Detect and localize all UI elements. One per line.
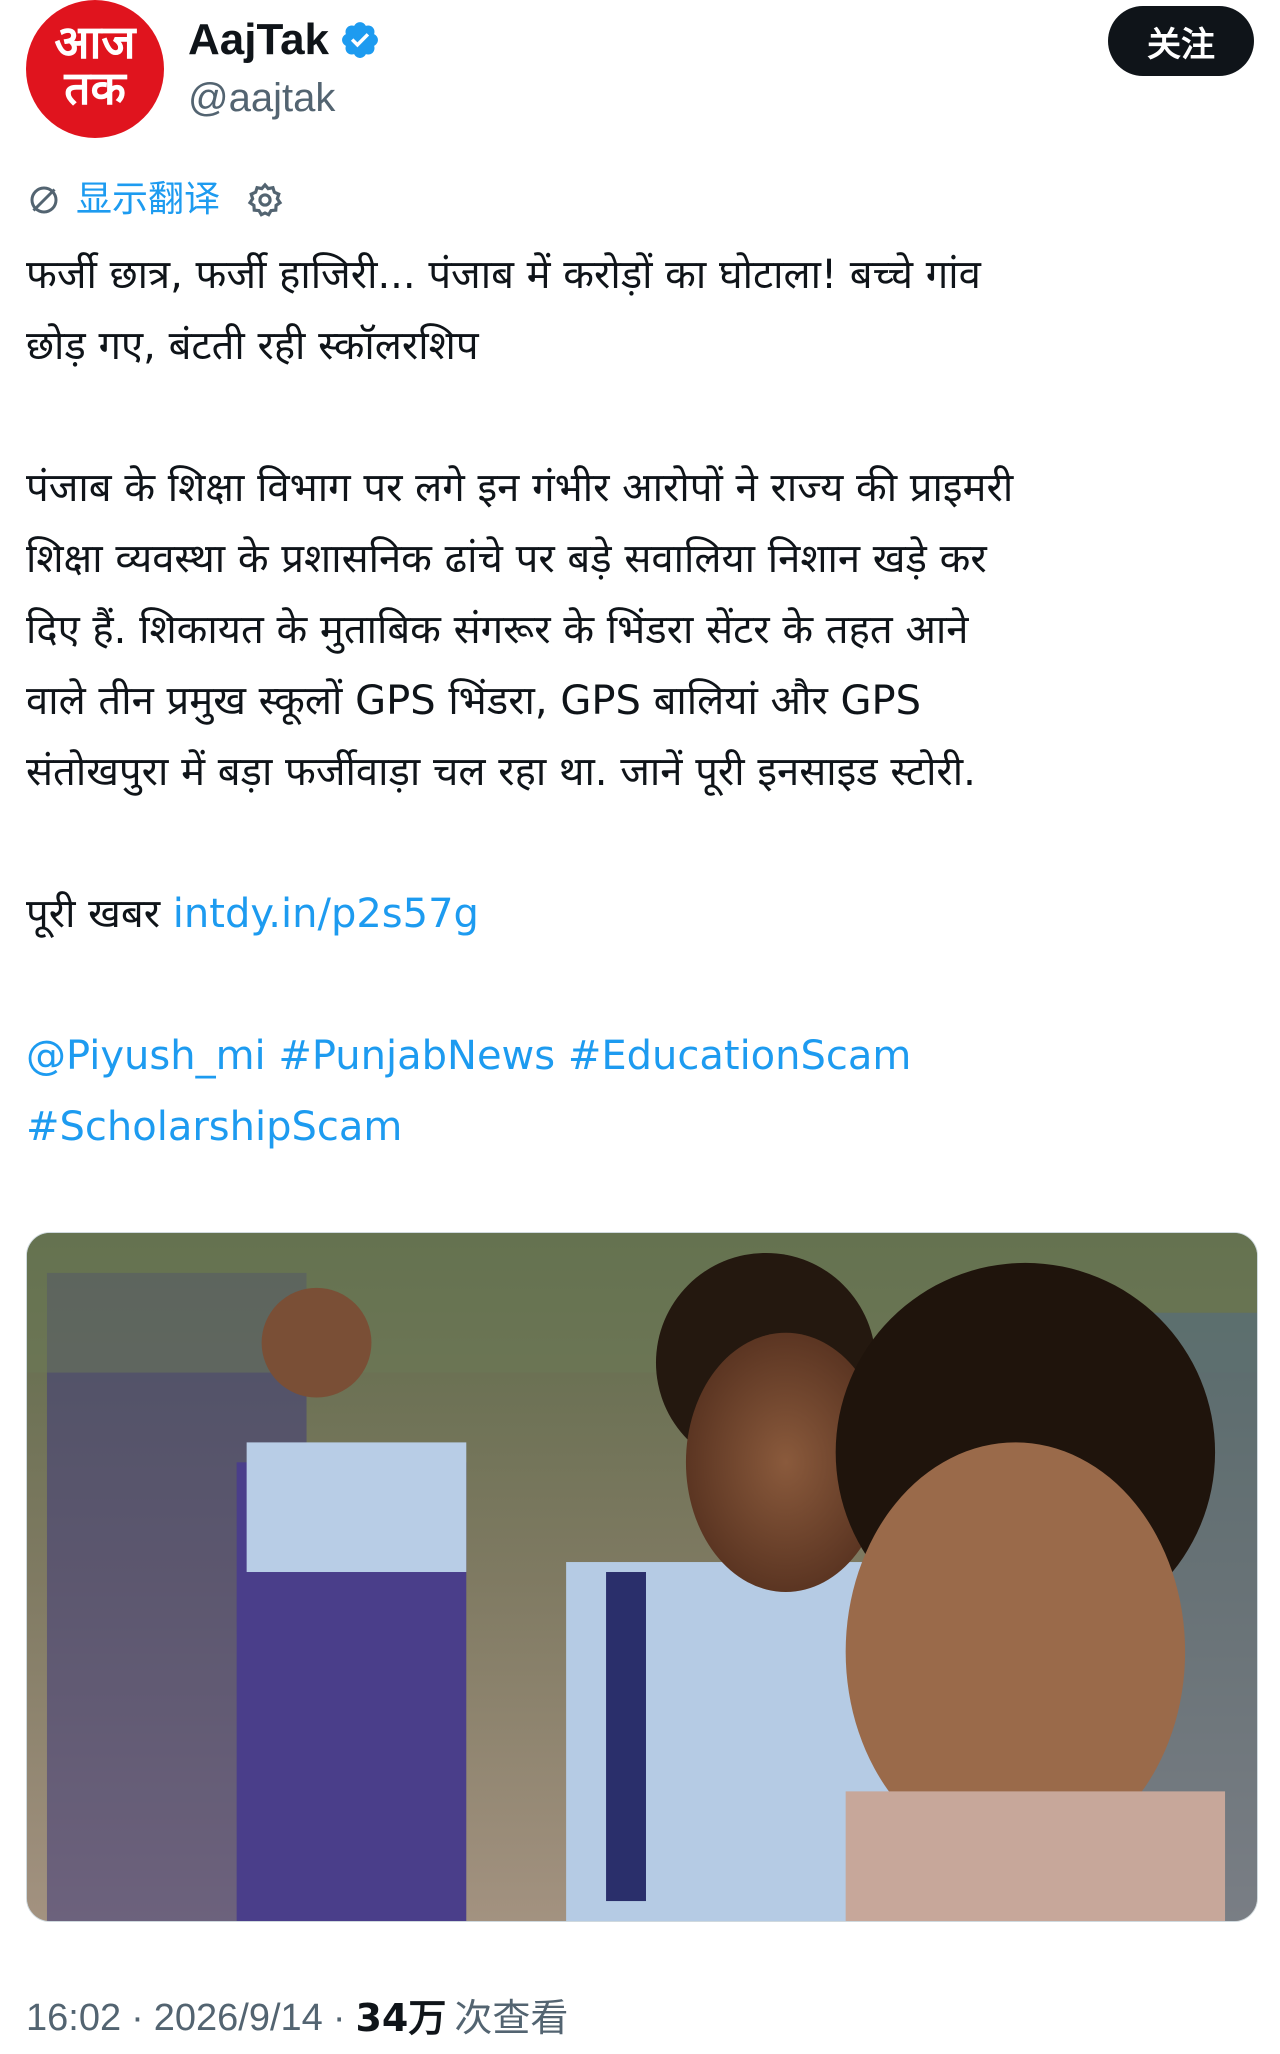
views-count: 34万 (355, 1996, 447, 2040)
avatar-logo-text-top: आज (54, 15, 136, 69)
mention-link[interactable]: @Piyush_mi (26, 1033, 266, 1079)
body-line: वाले तीन प्रमुख स्कूलों GPS भिंडरा, GPS … (26, 678, 922, 724)
avatar-logo-text-bottom: तक (64, 61, 126, 115)
tweet-meta: 16:02 · 2026/9/14 · 34万 次查看 (26, 1992, 568, 2044)
author-display-name[interactable]: AajTak (188, 12, 329, 68)
body-line: शिक्षा व्यवस्था के प्रशासनिक ढांचे पर बड… (26, 536, 987, 582)
full-news-label: पूरी खबर (26, 891, 161, 937)
tags-line: @Piyush_mi #PunjabNews #EducationScam (26, 1021, 1254, 1092)
news-link[interactable]: intdy.in/p2s57g (173, 891, 479, 937)
meta-separator: · (131, 1997, 144, 2039)
children-photo (27, 1233, 1257, 1921)
translate-icon[interactable] (26, 182, 62, 218)
author-handle[interactable]: @aajtak (188, 72, 335, 124)
headline-line: फर्जी छात्र, फर्जी हाजिरी... पंजाब में क… (26, 252, 981, 298)
body-line: दिए हैं. शिकायत के मुताबिक संगरूर के भिं… (26, 607, 969, 653)
hashtag-link[interactable]: #ScholarshipScam (26, 1104, 402, 1150)
body-line: संतोखपुरा में बड़ा फर्जीवाड़ा चल रहा था.… (26, 749, 976, 795)
full-news-line: पूरी खबर intdy.in/p2s57g (26, 879, 1254, 950)
gear-icon[interactable] (246, 181, 284, 219)
tweet-header: आज तक AajTak @aajtak 关注 (26, 0, 1254, 150)
verified-badge-icon (342, 22, 378, 58)
tags-line: #ScholarshipScam (26, 1092, 1254, 1163)
hashtag-link[interactable]: #PunjabNews (278, 1033, 555, 1079)
meta-separator: · (332, 1997, 346, 2039)
translate-row: 显示翻译 (26, 176, 284, 224)
tweet-date[interactable]: 2026/9/14 (154, 1992, 323, 2044)
follow-button[interactable]: 关注 (1108, 6, 1254, 76)
tweet-media-image[interactable] (26, 1232, 1258, 1922)
tweet-time[interactable]: 16:02 (26, 1992, 121, 2044)
headline-line: छोड़ गए, बंटती रही स्कॉलरशिप (26, 323, 479, 369)
show-translation-link[interactable]: 显示翻译 (76, 176, 220, 224)
tweet-text: फर्जी छात्र, फर्जी हाजिरी... पंजाब में क… (26, 240, 1254, 1163)
author-avatar[interactable]: आज तक (26, 0, 164, 138)
author-name-row: AajTak (188, 12, 381, 68)
views-label: 次查看 (454, 1996, 569, 2040)
hashtag-link[interactable]: #EducationScam (568, 1033, 912, 1079)
body-line: पंजाब के शिक्षा विभाग पर लगे इन गंभीर आर… (26, 465, 1014, 511)
